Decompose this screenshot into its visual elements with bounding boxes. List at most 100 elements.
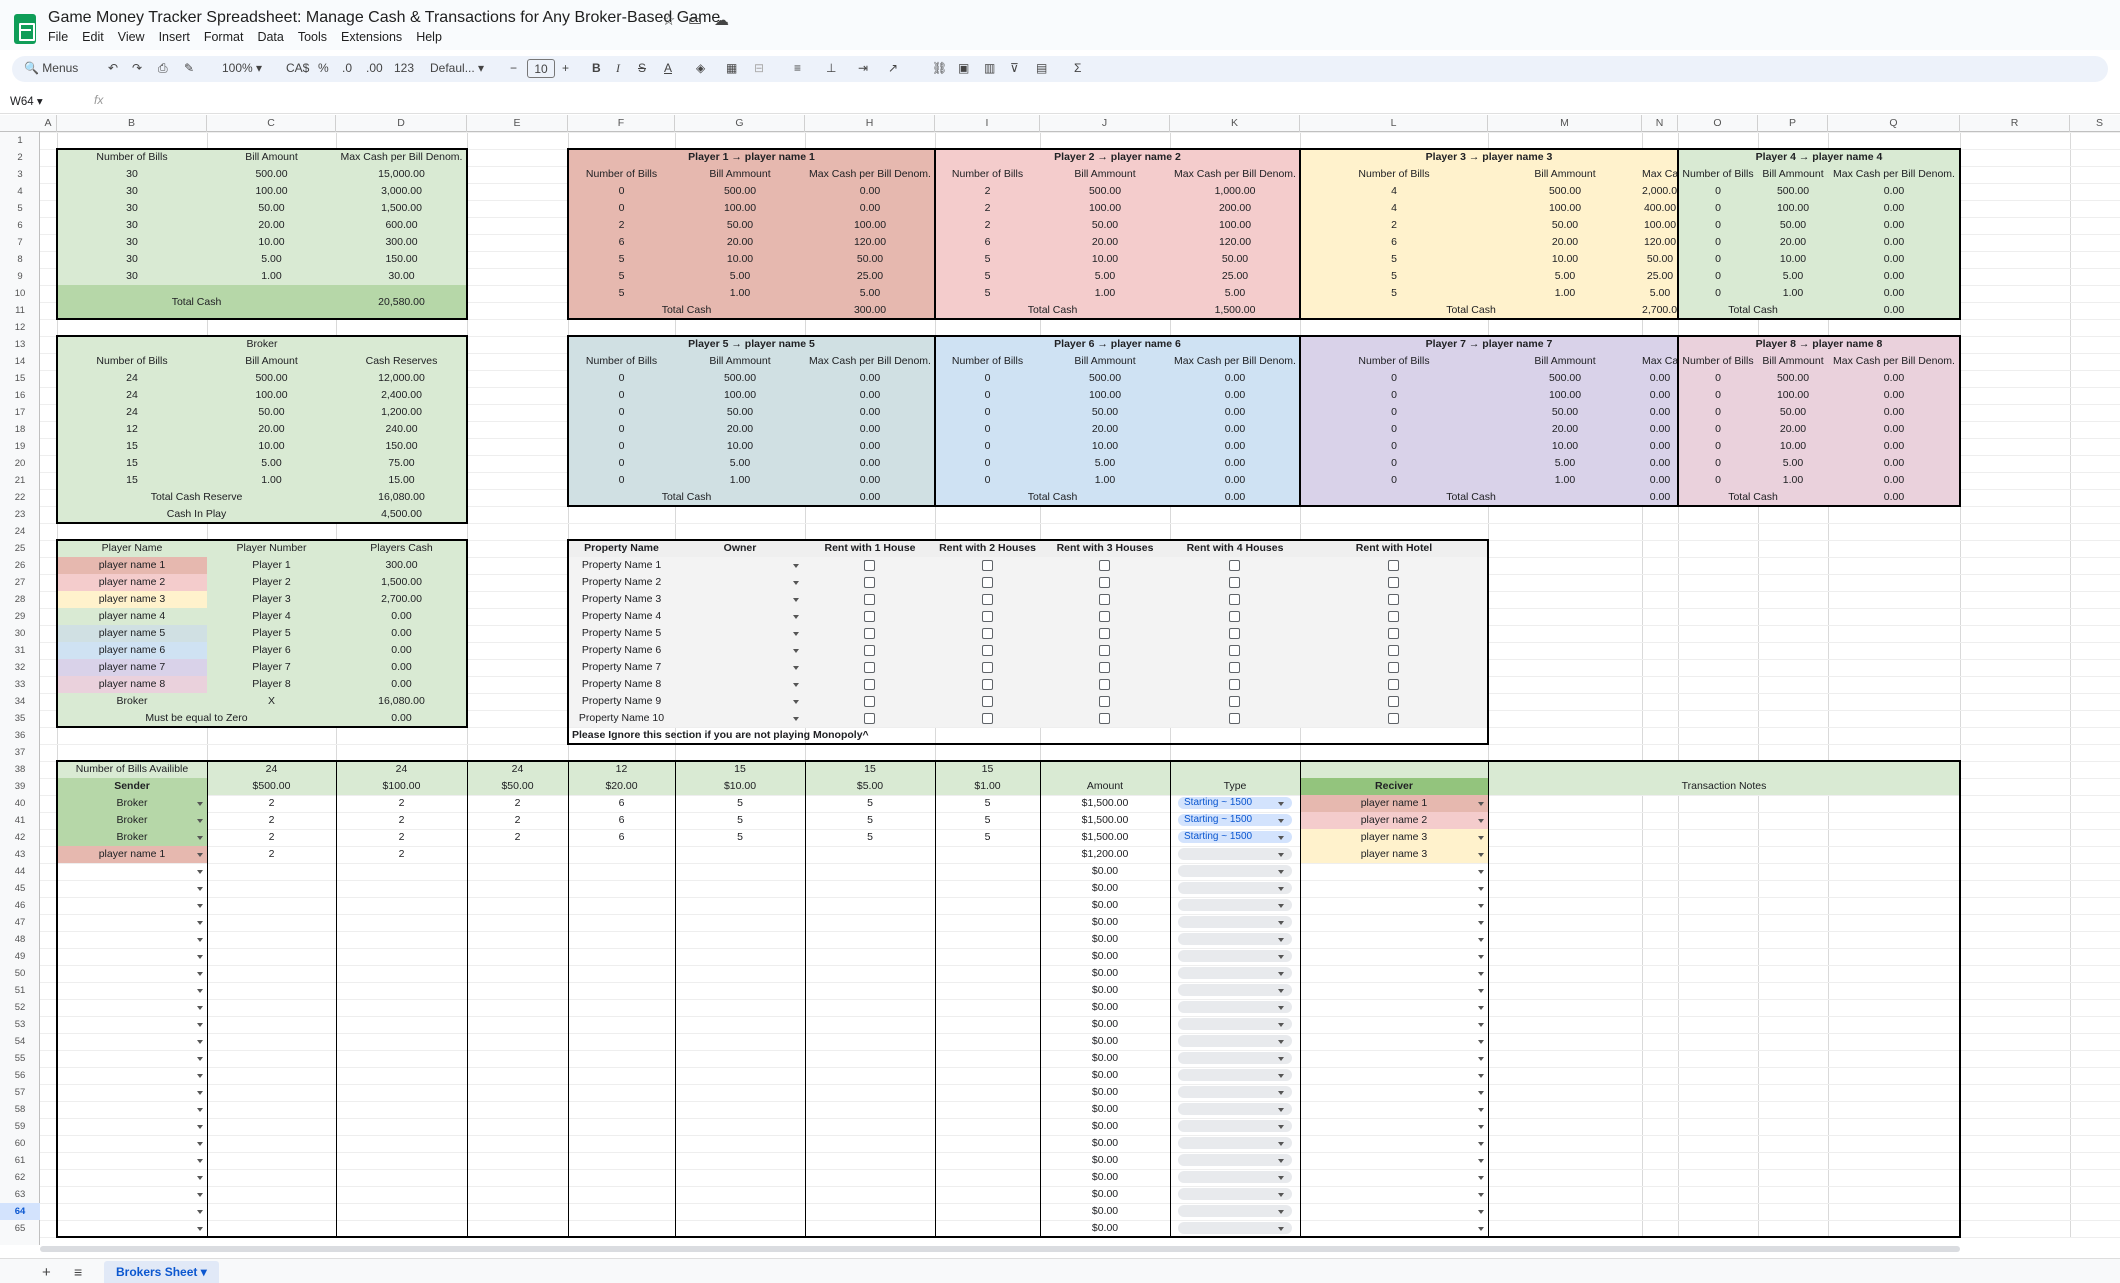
cell[interactable]: Player 7 bbox=[207, 659, 336, 676]
cell[interactable]: 0.00 bbox=[805, 200, 935, 217]
dropdown-arrow-icon[interactable] bbox=[793, 717, 799, 721]
cell[interactable]: 5 bbox=[935, 812, 1040, 829]
cell[interactable]: 50.00 bbox=[1488, 217, 1642, 234]
cell[interactable]: 0 bbox=[935, 404, 1040, 421]
cell[interactable]: Players Cash bbox=[336, 540, 467, 557]
dropdown-arrow-icon[interactable] bbox=[1478, 1074, 1484, 1078]
cell[interactable]: 10.00 bbox=[1488, 438, 1642, 455]
cell[interactable]: Max Cash per Bill Denom. bbox=[1828, 353, 1960, 370]
all-sheets-icon[interactable]: ≡ bbox=[74, 1264, 82, 1280]
cell[interactable]: 0 bbox=[935, 370, 1040, 387]
type-chip[interactable] bbox=[1178, 1137, 1292, 1149]
cell[interactable]: 1.00 bbox=[675, 472, 805, 489]
column-header-c[interactable]: C bbox=[207, 115, 336, 132]
rent-checkbox[interactable] bbox=[1388, 577, 1399, 588]
move-folder-icon[interactable]: ▭ bbox=[688, 11, 702, 29]
cell[interactable]: Number of Bills bbox=[568, 353, 675, 370]
cell[interactable]: 50.00 bbox=[207, 404, 336, 421]
text-wrap-icon[interactable]: ⇥ bbox=[858, 61, 868, 75]
column-header-l[interactable]: L bbox=[1300, 115, 1488, 132]
cell[interactable]: 0.00 bbox=[336, 625, 467, 642]
cell[interactable]: 1.00 bbox=[207, 472, 336, 489]
cell[interactable]: 0 bbox=[1300, 421, 1488, 438]
cell[interactable]: X bbox=[207, 693, 336, 710]
cell[interactable]: 0 bbox=[1300, 455, 1488, 472]
dropdown-arrow-icon[interactable] bbox=[793, 564, 799, 568]
dropdown-arrow-icon[interactable] bbox=[1478, 1176, 1484, 1180]
cell[interactable]: 0.00 bbox=[1170, 421, 1300, 438]
cell[interactable]: 6 bbox=[1300, 234, 1488, 251]
receiver-cell[interactable]: player name 1 bbox=[1300, 795, 1488, 812]
type-chip[interactable] bbox=[1178, 916, 1292, 928]
cell[interactable]: 300.00 bbox=[336, 234, 467, 251]
column-header-b[interactable]: B bbox=[57, 115, 207, 132]
dropdown-arrow-icon[interactable] bbox=[197, 1091, 203, 1095]
dropdown-arrow-icon[interactable] bbox=[1278, 955, 1284, 959]
player-table-title[interactable]: Player 5 → player name 5 bbox=[568, 336, 935, 353]
cell[interactable]: 20.00 bbox=[1758, 234, 1828, 251]
rent-checkbox[interactable] bbox=[981, 679, 993, 690]
cell[interactable]: 0 bbox=[1300, 370, 1488, 387]
cell[interactable]: Total Cash bbox=[935, 489, 1170, 506]
rent-checkbox[interactable] bbox=[1229, 577, 1240, 588]
amount-cell[interactable]: $0.00 bbox=[1040, 1033, 1170, 1050]
cell[interactable]: Bill Ammount bbox=[1758, 166, 1828, 183]
cell[interactable]: Type bbox=[1170, 778, 1300, 795]
cell[interactable]: 100.00 bbox=[207, 183, 336, 200]
cell[interactable]: Total Cash bbox=[1678, 302, 1828, 319]
cell[interactable]: 0.00 bbox=[1828, 183, 1960, 200]
cell[interactable]: Total Cash bbox=[935, 302, 1170, 319]
dropdown-arrow-icon[interactable] bbox=[1278, 1193, 1284, 1197]
property-name-cell[interactable]: Property Name 9 bbox=[568, 693, 675, 710]
rent-checkbox[interactable] bbox=[1229, 611, 1240, 622]
broker-title[interactable]: Broker bbox=[57, 336, 467, 353]
cell[interactable]: 0.00 bbox=[1170, 455, 1300, 472]
cell[interactable]: 100.00 bbox=[675, 200, 805, 217]
cell[interactable]: 2 bbox=[1300, 217, 1488, 234]
cell[interactable]: 0 bbox=[1678, 455, 1758, 472]
cell[interactable]: Max Cash per Bill Denom. bbox=[1642, 353, 1678, 370]
cell[interactable]: 120.00 bbox=[805, 234, 935, 251]
cell[interactable]: 0.00 bbox=[1828, 387, 1960, 404]
cell[interactable]: 100.00 bbox=[1170, 217, 1300, 234]
cell[interactable]: 50.00 bbox=[1488, 404, 1642, 421]
column-header-g[interactable]: G bbox=[675, 115, 805, 132]
cell[interactable]: 0 bbox=[1300, 404, 1488, 421]
type-chip[interactable] bbox=[1178, 1154, 1292, 1166]
cell[interactable]: Total Cash bbox=[1300, 302, 1642, 319]
cell[interactable]: 20.00 bbox=[1040, 234, 1170, 251]
cell[interactable]: 150.00 bbox=[336, 251, 467, 268]
cell[interactable]: 5 bbox=[935, 268, 1040, 285]
rent-checkbox[interactable] bbox=[981, 577, 993, 588]
rent-checkbox[interactable] bbox=[864, 679, 875, 690]
property-name-cell[interactable]: Property Name 1 bbox=[568, 557, 675, 574]
cell[interactable]: 0.00 bbox=[1828, 200, 1960, 217]
sheet-tab-brokers[interactable]: Brokers Sheet ▾ bbox=[104, 1261, 219, 1283]
cell[interactable]: 50.00 bbox=[675, 217, 805, 234]
type-chip[interactable] bbox=[1178, 1103, 1292, 1115]
dropdown-arrow-icon[interactable] bbox=[197, 1108, 203, 1112]
cell[interactable]: Number of Bills bbox=[1678, 166, 1758, 183]
cell[interactable]: 0 bbox=[568, 183, 675, 200]
dropdown-arrow-icon[interactable] bbox=[1278, 870, 1284, 874]
dropdown-arrow-icon[interactable] bbox=[1278, 1091, 1284, 1095]
cell[interactable]: 10.00 bbox=[1488, 251, 1642, 268]
cell[interactable]: 1.00 bbox=[1488, 285, 1642, 302]
column-header-j[interactable]: J bbox=[1040, 115, 1170, 132]
receiver-cell[interactable]: player name 2 bbox=[1300, 812, 1488, 829]
rent-checkbox[interactable] bbox=[1229, 696, 1240, 707]
cell[interactable]: 0 bbox=[1678, 285, 1758, 302]
amount-cell[interactable]: $0.00 bbox=[1040, 914, 1170, 931]
cell[interactable]: Bill Amount bbox=[207, 353, 336, 370]
amount-cell[interactable]: $0.00 bbox=[1040, 931, 1170, 948]
font-select[interactable]: Defaul... ▾ bbox=[430, 61, 484, 75]
cell[interactable]: 2 bbox=[467, 812, 568, 829]
cell[interactable]: 0.00 bbox=[1170, 387, 1300, 404]
percent-format-button[interactable]: % bbox=[318, 61, 329, 75]
cell[interactable]: 5.00 bbox=[207, 455, 336, 472]
cell[interactable]: Max Cash per Bill Denom. bbox=[1642, 166, 1678, 183]
cell[interactable]: 120.00 bbox=[1170, 234, 1300, 251]
star-icon[interactable]: ☆ bbox=[662, 11, 675, 29]
type-chip[interactable] bbox=[1178, 950, 1292, 962]
cell[interactable]: 10.00 bbox=[675, 251, 805, 268]
